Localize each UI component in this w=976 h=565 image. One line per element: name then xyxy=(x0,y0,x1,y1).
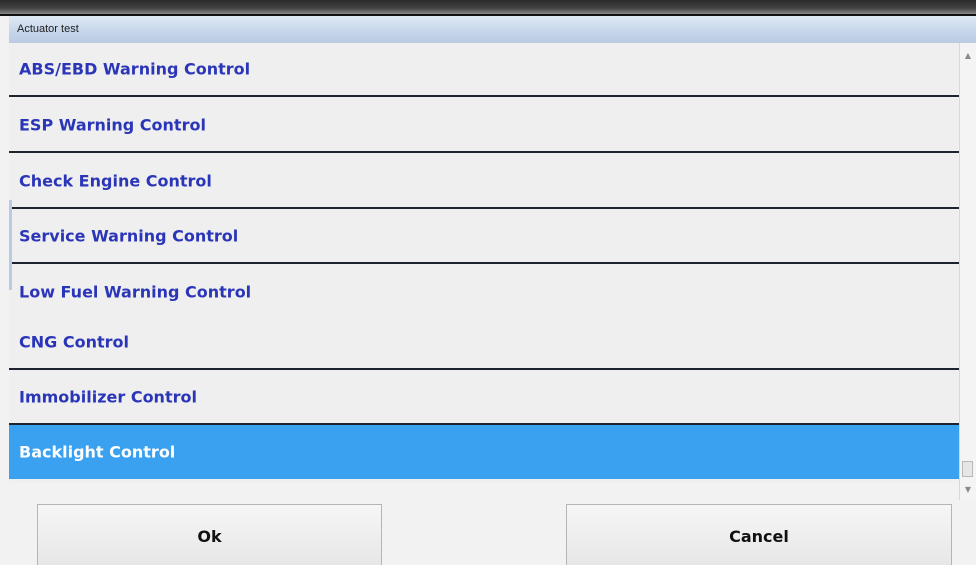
cancel-button-label: Cancel xyxy=(729,527,789,546)
actuator-list: ABS/EBD Warning Control ESP Warning Cont… xyxy=(9,43,959,483)
list-item-label: ABS/EBD Warning Control xyxy=(19,59,251,79)
list-item-cng[interactable]: CNG Control xyxy=(9,316,959,370)
list-item-label: Low Fuel Warning Control xyxy=(19,282,252,302)
scroll-down-arrow-icon[interactable]: ▼ xyxy=(963,485,973,495)
list-item-label: Check Engine Control xyxy=(19,171,212,191)
list-item-esp-warning[interactable]: ESP Warning Control xyxy=(9,99,959,153)
list-item-label: Immobilizer Control xyxy=(19,387,197,407)
window-top-edge xyxy=(0,0,976,16)
list-item-label: ESP Warning Control xyxy=(19,115,206,135)
ok-button[interactable]: Ok xyxy=(37,504,382,565)
list-item-backlight-selected[interactable]: Backlight Control xyxy=(9,425,959,479)
dialog-title-bar: Actuator test xyxy=(9,16,976,44)
list-left-accent xyxy=(9,200,12,290)
ok-button-label: Ok xyxy=(197,527,222,546)
dialog-title: Actuator test xyxy=(17,23,79,35)
list-item-service-warning[interactable]: Service Warning Control xyxy=(9,210,959,264)
list-item-label: CNG Control xyxy=(19,332,129,352)
cancel-button[interactable]: Cancel xyxy=(566,504,952,565)
list-item-abs-ebd-warning[interactable]: ABS/EBD Warning Control xyxy=(9,43,959,97)
list-item-label: Service Warning Control xyxy=(19,226,239,246)
list-item-low-fuel-warning[interactable]: Low Fuel Warning Control xyxy=(9,265,959,319)
list-item-check-engine[interactable]: Check Engine Control xyxy=(9,155,959,209)
scroll-thumb[interactable] xyxy=(962,461,973,477)
list-item-immobilizer[interactable]: Immobilizer Control xyxy=(9,371,959,425)
scroll-up-arrow-icon[interactable]: ▲ xyxy=(963,51,973,61)
list-item-label: Backlight Control xyxy=(19,442,176,462)
list-scrollbar[interactable]: ▲ ▼ xyxy=(959,43,976,500)
